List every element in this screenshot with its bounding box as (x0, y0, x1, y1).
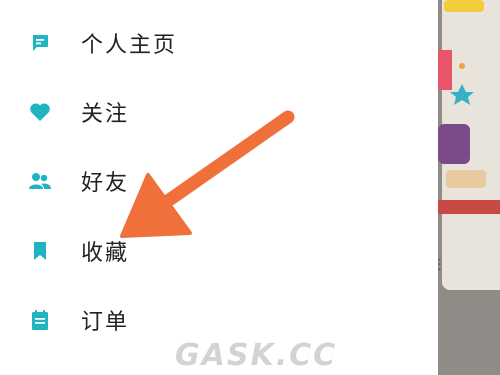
annotation-arrow (120, 110, 295, 238)
watermark: GASK.CC (175, 338, 338, 373)
